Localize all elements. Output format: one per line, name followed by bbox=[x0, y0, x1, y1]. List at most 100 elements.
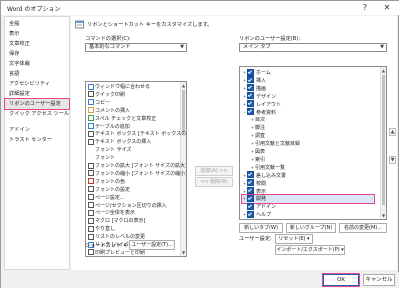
help-button[interactable]: ? bbox=[357, 2, 373, 14]
command-item[interactable]: フォントの拡大 [フォント サイズの拡大] bbox=[88, 162, 186, 170]
ribbon-tab-item[interactable]: − 参考資料 bbox=[242, 108, 374, 117]
checkbox[interactable] bbox=[247, 210, 254, 218]
close-button[interactable]: ✕ bbox=[379, 2, 395, 14]
nav-item[interactable]: トラスト センター bbox=[5, 135, 69, 145]
checkbox[interactable] bbox=[247, 100, 254, 108]
command-item[interactable]: テキスト ボックスの挿入 bbox=[88, 138, 151, 146]
command-item[interactable]: マクロ [マクロの表示] bbox=[88, 217, 146, 225]
customize-ribbon-combo[interactable]: メイン タブ ▼ bbox=[239, 43, 387, 52]
command-item[interactable]: テキスト ボックス [テキスト ボックスの描画] bbox=[88, 130, 186, 138]
command-item[interactable]: フォント bbox=[88, 154, 115, 162]
scroll-up-icon[interactable]: ▲ bbox=[381, 68, 386, 73]
command-icon bbox=[88, 186, 94, 193]
command-item[interactable]: フォント サイズ bbox=[88, 146, 131, 154]
import-export-button[interactable]: インポート/エクスポート(P) ▾ bbox=[275, 245, 345, 255]
command-icon bbox=[88, 249, 94, 256]
command-label: クイック印刷 bbox=[95, 91, 126, 98]
ribbon-tab-item[interactable]: +脚注 bbox=[250, 124, 374, 132]
reset-button[interactable]: リセット(E) ▾ bbox=[275, 234, 313, 244]
shortcut-customize-button[interactable]: ユーザー設定(T)... bbox=[129, 240, 175, 250]
scroll-up-icon[interactable]: ▲ bbox=[181, 83, 186, 88]
ribbon-tab-item[interactable]: + 描画 bbox=[242, 84, 374, 93]
scroll-down-icon[interactable]: ▼ bbox=[181, 250, 186, 255]
checkbox[interactable] bbox=[247, 108, 254, 115]
rename-button[interactable]: 名前の変更(M)... bbox=[339, 223, 387, 233]
ribbon-tab-item[interactable]: +索引 bbox=[250, 156, 374, 164]
checkbox[interactable] bbox=[247, 179, 254, 187]
command-icon bbox=[88, 99, 94, 106]
ribbon-tab-item[interactable]: + デザイン bbox=[242, 92, 374, 101]
checkbox[interactable] bbox=[247, 92, 254, 100]
command-item[interactable]: 印刷プレビューと印刷 bbox=[88, 249, 145, 256]
nav-item[interactable]: 文章校正 bbox=[5, 39, 69, 49]
ribbon-tab-item[interactable]: + ヘルプ bbox=[242, 210, 374, 219]
nav-item[interactable]: 表示 bbox=[5, 29, 69, 39]
cancel-button[interactable]: キャンセル bbox=[363, 274, 395, 286]
scroll-thumb[interactable] bbox=[382, 75, 385, 205]
checkbox[interactable] bbox=[247, 76, 254, 84]
ribbon-tab-item[interactable]: + レイアウト bbox=[242, 100, 374, 109]
checkbox[interactable] bbox=[247, 187, 254, 194]
choose-commands-combo[interactable]: 基本的なコマンド ▼ bbox=[85, 43, 187, 52]
checkbox[interactable] bbox=[247, 84, 254, 92]
ribbon-tab-item[interactable]: +引用文献と文献目録 bbox=[250, 140, 374, 148]
command-item[interactable]: ページ設定... bbox=[88, 194, 125, 202]
command-icon bbox=[88, 233, 94, 240]
customize-ribbon-value: メイン タブ bbox=[243, 44, 271, 50]
header-text: リボンとショートカット キーをカスタマイズします。 bbox=[87, 22, 213, 28]
ribbon-tabs-tree[interactable]: ▲ ▼ + ホーム + 挿入 + 描画 + デザイン + レイアウト − 参考資料 +目次 +脚注 +調査 +… bbox=[239, 66, 387, 220]
nav-item[interactable]: 言語 bbox=[5, 69, 69, 79]
ribbon-tab-item[interactable]: +目次 bbox=[250, 116, 374, 124]
command-item[interactable]: やり直し bbox=[88, 225, 115, 233]
ribbon-tab-item[interactable]: + 校閲 bbox=[242, 179, 374, 188]
command-item[interactable]: テーブルの追加 bbox=[88, 123, 130, 131]
ribbon-tab-item[interactable]: + 表示 bbox=[242, 187, 374, 196]
command-item[interactable]: コピー bbox=[88, 99, 110, 107]
ribbon-tab-item[interactable]: + ホーム bbox=[242, 68, 374, 77]
command-item[interactable]: ページ全体を表示 bbox=[88, 209, 135, 217]
nav-item[interactable]: アクセシビリティ bbox=[5, 79, 69, 89]
nav-item[interactable]: クイック アクセス ツール バー bbox=[5, 109, 81, 119]
remove-button[interactable]: << 削除(R) bbox=[195, 177, 233, 187]
nav-item[interactable]: アドイン bbox=[5, 125, 69, 135]
checkbox[interactable] bbox=[247, 68, 254, 76]
tree-scrollbar[interactable]: ▲ ▼ bbox=[380, 67, 386, 219]
ribbon-tab-item[interactable]: + 挿入 bbox=[242, 76, 374, 85]
ribbon-tab-item[interactable]: + 差し込み文書 bbox=[242, 171, 374, 180]
command-item[interactable]: ウィンドウ幅に合わせる bbox=[88, 83, 150, 91]
command-icon bbox=[88, 194, 94, 201]
ribbon-tab-item[interactable]: アドイン bbox=[242, 202, 374, 211]
nav-item[interactable]: リボンのユーザー設定 bbox=[4, 98, 70, 110]
command-icon bbox=[88, 115, 94, 122]
command-icon bbox=[88, 225, 94, 232]
checkbox[interactable] bbox=[247, 202, 254, 210]
command-item[interactable]: フォントの色 bbox=[88, 178, 125, 186]
new-group-button[interactable]: 新しいグループ(N) bbox=[286, 223, 336, 233]
nav-item[interactable]: 全般 bbox=[5, 19, 69, 29]
scroll-down-icon[interactable]: ▼ bbox=[381, 213, 386, 218]
scroll-thumb[interactable] bbox=[182, 90, 185, 132]
checkbox[interactable] bbox=[247, 194, 254, 202]
command-item[interactable]: フォントの縮小 [フォント サイズの縮小] bbox=[88, 170, 186, 178]
command-item[interactable]: コメントの挿入 bbox=[88, 107, 130, 115]
checkbox[interactable] bbox=[247, 171, 254, 179]
commands-list[interactable]: ▲ ▼ ウィンドウ幅に合わせる クイック印刷 コピー コメントの挿入 スペル チェックと… bbox=[85, 81, 187, 257]
add-button[interactable]: 追加(A) >> bbox=[195, 166, 233, 176]
ribbon-tab-item[interactable]: +図表 bbox=[250, 148, 374, 156]
ribbon-tab-label: 差し込み文書 bbox=[256, 172, 287, 179]
ribbon-tab-item[interactable]: + 開発 bbox=[241, 194, 375, 205]
nav-item[interactable]: 保存 bbox=[5, 49, 69, 59]
command-item[interactable]: スペル チェックと文章校正 bbox=[88, 115, 156, 123]
ribbon-tab-item[interactable]: +引用文献一覧 bbox=[250, 164, 374, 172]
command-item[interactable]: ページ/セクション区切りの挿入 bbox=[88, 202, 167, 210]
nav-item[interactable]: 文字体裁 bbox=[5, 59, 69, 69]
nav-item[interactable]: 詳細設定 bbox=[5, 89, 69, 99]
ok-button[interactable]: OK bbox=[322, 273, 360, 287]
move-up-button[interactable]: ▲ bbox=[389, 128, 396, 136]
new-tab-button[interactable]: 新しいタブ(W) bbox=[239, 223, 283, 233]
command-icon bbox=[88, 170, 94, 177]
move-down-button[interactable]: ▼ bbox=[389, 156, 396, 164]
ribbon-tab-item[interactable]: +調査 bbox=[250, 132, 374, 140]
command-item[interactable]: クイック印刷 bbox=[88, 91, 125, 99]
command-item[interactable]: フォントの設定 bbox=[88, 186, 130, 194]
